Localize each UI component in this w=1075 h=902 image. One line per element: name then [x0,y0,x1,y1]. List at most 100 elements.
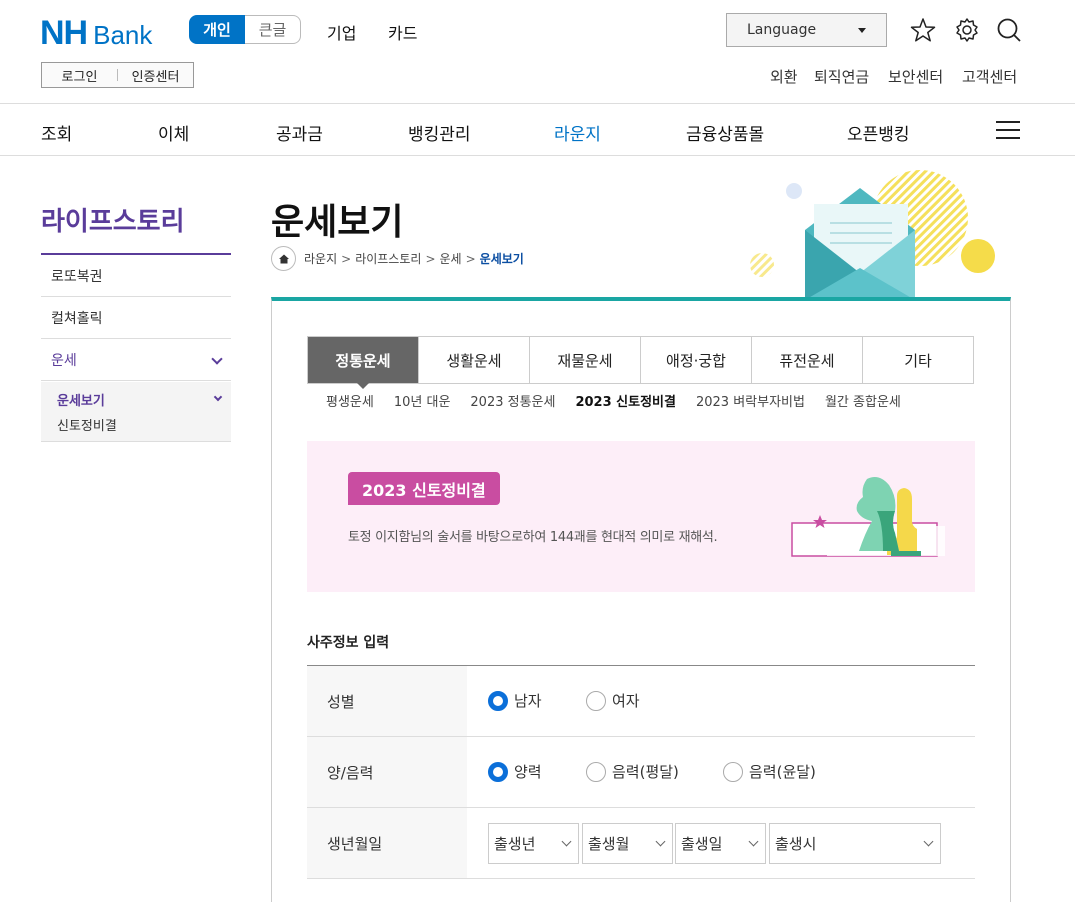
service-banner: 2023 신토정비결 토정 이지함님의 술서를 바탕으로하여 144괘를 현대적… [307,441,975,592]
select-value: 출생월 [588,835,630,853]
gnb-banking-mgmt[interactable]: 뱅킹관리 [408,120,471,145]
subtab-2023-traditional[interactable]: 2023 정통운세 [470,391,555,410]
calendar-lunar-leap-radio[interactable]: 음력(윤달) [723,761,816,782]
search-icon[interactable] [996,17,1022,43]
saju-form: 성별 남자 여자 양/음력 양력 음력(평달) 음력(윤달) 생년월일 출생년 [307,665,975,879]
home-icon[interactable] [271,246,296,271]
tab-life[interactable]: 생활운세 [418,337,529,383]
tab-traditional[interactable]: 정통운세 [308,337,418,389]
radio-unchecked-icon [586,761,606,782]
subtab-2023-rich[interactable]: 2023 벼락부자비법 [696,391,805,410]
gnb-inquiry[interactable]: 조회 [41,120,72,145]
lnb-title: 라이프스토리 [41,207,185,237]
lnb-item-lotto[interactable]: 로또복권 [41,255,231,297]
radio-label: 음력(평달) [612,763,679,781]
cert-center-link[interactable]: 인증센터 [118,66,193,85]
row-label: 성별 [307,666,467,736]
card-link[interactable]: 카드 [388,20,417,44]
form-row-calendar: 양/음력 양력 음력(평달) 음력(윤달) [307,737,975,808]
logo-nh: NH [40,14,88,52]
fortune-subtabs: 평생운세 10년 대운 2023 정통운세 2023 신토정비결 2023 벼락… [326,391,921,410]
security-center-link[interactable]: 보안센터 [888,66,943,87]
chevron-down-icon [211,353,223,365]
chevron-down-icon [213,392,223,402]
nh-bank-logo[interactable]: NH Bank [40,14,152,53]
calendar-lunar-normal-radio[interactable]: 음력(평달) [586,761,679,782]
radio-checked-icon [488,761,508,782]
gender-female-radio[interactable]: 여자 [586,690,640,711]
gender-male-radio[interactable]: 남자 [488,690,542,711]
chevron-right-icon: > [425,251,436,266]
subtab-lifetime[interactable]: 평생운세 [326,391,374,410]
global-nav: 조회 이체 공과금 뱅킹관리 라운지 금융상품몰 오픈뱅킹 [0,105,1075,156]
logo-bank: Bank [93,20,153,50]
fortune-tabs: 정통운세 생활운세 재물운세 애정·궁합 퓨전운세 기타 [307,336,974,389]
select-value: 출생년 [494,835,536,853]
login-box: 로그인 인증센터 [41,62,194,88]
breadcrumb-fortune[interactable]: 운세 [440,250,462,267]
corporate-link[interactable]: 기업 [327,20,356,44]
caret-down-icon [858,28,866,33]
form-title: 사주정보 입력 [307,635,390,651]
chevron-right-icon: > [341,251,352,266]
breadcrumb: 라운지 > 라이프스토리 > 운세 > 운세보기 [271,246,524,271]
tab-fusion[interactable]: 퓨전운세 [751,337,862,383]
personal-button[interactable]: 개인 [189,15,245,44]
envelope-illustration [750,170,995,300]
lnb-sub-fortune-view[interactable]: 운세보기 [57,390,105,409]
gnb-transfer[interactable]: 이체 [158,120,189,145]
service-description: 토정 이지함님의 술서를 바탕으로하여 144괘를 현대적 의미로 재해석. [348,530,718,545]
birth-day-select[interactable]: 출생일 [675,823,766,864]
header: NH Bank 개인 큰글 기업 카드 로그인 인증센터 Language 외환… [0,0,1075,104]
menu-icon[interactable] [996,121,1020,139]
radio-unchecked-icon [723,761,743,782]
tab-wealth[interactable]: 재물운세 [529,337,640,383]
breadcrumb-current: 운세보기 [479,252,524,266]
row-label: 생년월일 [307,808,467,878]
radio-label: 양력 [514,763,542,781]
chess-illustration [791,477,945,557]
birth-year-select[interactable]: 출생년 [488,823,579,864]
lnb-submenu: 운세보기 신토정비결 [41,382,231,442]
chevron-down-icon [655,836,666,847]
service-badge: 2023 신토정비결 [348,472,500,505]
chevron-down-icon [561,836,572,847]
breadcrumb-lounge[interactable]: 라운지 [304,250,337,267]
form-row-gender: 성별 남자 여자 [307,666,975,737]
personal-largefont-toggle: 개인 큰글 [189,15,301,44]
lnb-item-label: 컬쳐홀릭 [51,310,103,327]
form-row-birth: 생년월일 출생년 출생월 출생일 출생시 [307,808,975,879]
subtab-10year[interactable]: 10년 대운 [394,391,451,410]
radio-label: 남자 [514,692,542,710]
login-link[interactable]: 로그인 [42,66,117,85]
lnb-item-label: 로또복권 [51,268,103,285]
gnb-lounge[interactable]: 라운지 [554,120,601,145]
tab-etc[interactable]: 기타 [862,337,973,383]
chevron-down-icon [923,836,934,847]
tab-love[interactable]: 애정·궁합 [640,337,751,383]
gnb-utility-bills[interactable]: 공과금 [276,120,323,145]
pension-link[interactable]: 퇴직연금 [814,66,869,87]
subtab-monthly[interactable]: 월간 종합운세 [825,391,901,410]
breadcrumb-lifestory[interactable]: 라이프스토리 [355,250,421,267]
language-label: Language [747,22,817,38]
row-label: 양/음력 [307,737,467,807]
language-select[interactable]: Language [726,13,887,47]
radio-label: 음력(윤달) [749,763,816,781]
customer-center-link[interactable]: 고객센터 [962,66,1017,87]
star-icon[interactable] [910,17,936,43]
birth-month-select[interactable]: 출생월 [582,823,673,864]
birth-hour-select[interactable]: 출생시 [769,823,941,864]
lnb-item-fortune[interactable]: 운세 [41,339,231,381]
lnb-item-culture[interactable]: 컬쳐홀릭 [41,297,231,339]
lnb-sub-tojeong[interactable]: 신토정비결 [57,415,117,434]
gnb-product-mall[interactable]: 금융상품몰 [686,120,764,145]
calendar-solar-radio[interactable]: 양력 [488,761,542,782]
gnb-open-banking[interactable]: 오픈뱅킹 [847,120,910,145]
gear-icon[interactable] [954,17,980,43]
chevron-down-icon [748,836,759,847]
large-font-button[interactable]: 큰글 [245,15,301,44]
forex-link[interactable]: 외환 [770,66,798,87]
radio-label: 여자 [612,692,640,710]
subtab-2023-tojeong[interactable]: 2023 신토정비결 [575,391,676,410]
